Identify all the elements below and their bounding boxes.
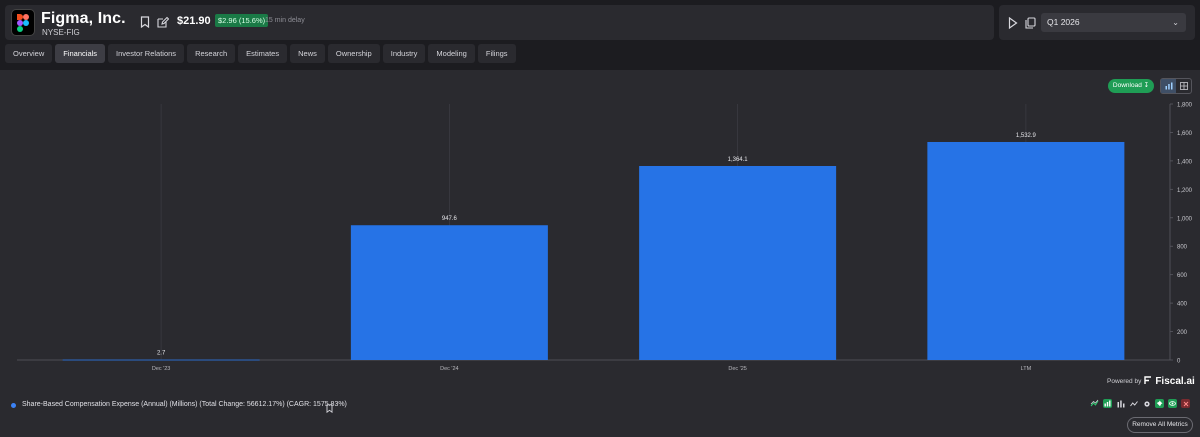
remove-all-metrics-button[interactable]: Remove All Metrics: [1127, 417, 1193, 433]
trend-icon[interactable]: [1090, 399, 1099, 408]
column-icon[interactable]: [1116, 399, 1125, 408]
bar-chart-type-icon[interactable]: [1103, 399, 1112, 408]
y-tick-label: 800: [1177, 245, 1188, 251]
powered-by-label: Powered by: [1107, 378, 1142, 385]
x-tick-label: Dec '24: [440, 366, 458, 372]
bookmark-icon[interactable]: [138, 15, 152, 29]
tab-estimates[interactable]: Estimates: [238, 44, 288, 63]
bar: [927, 141, 1125, 360]
tab-modeling[interactable]: Modeling: [428, 44, 475, 63]
price-change-badge: $2.96 (15.6%): [215, 14, 269, 27]
bar-value-label: 2.7: [157, 351, 166, 357]
y-tick-label: 1,000: [1177, 216, 1193, 222]
powered-by: Powered by Fiscal.ai: [1107, 376, 1195, 387]
section-tabs: Overview Financials Investor Relations Rese…: [5, 44, 516, 64]
brand-name: Fiscal.ai: [1155, 376, 1195, 387]
y-tick-label: 600: [1177, 273, 1188, 279]
period-select[interactable]: Q1 2026 ⌄: [1041, 13, 1186, 32]
period-select-value: Q1 2026: [1047, 17, 1080, 27]
tab-overview[interactable]: Overview: [5, 44, 53, 63]
quote-delay-note: 15 min delay: [265, 17, 305, 24]
x-tick-label: Dec '25: [728, 366, 746, 372]
y-tick-label: 1,200: [1177, 188, 1193, 194]
figma-logo-icon: [11, 9, 35, 36]
chevron-down-icon: ⌄: [1172, 18, 1179, 27]
bar-chart: 0 200 400 600 800 1,000 1,200 1,400 1,600 1,800 2.…: [17, 103, 1193, 372]
company-name: Figma, Inc.: [41, 10, 126, 27]
series-bookmark-icon[interactable]: [326, 400, 333, 418]
visibility-icon[interactable]: [1168, 399, 1177, 408]
y-tick-label: 0: [1177, 359, 1181, 365]
series-actions: [1090, 399, 1190, 408]
settings-icon[interactable]: [1142, 399, 1151, 408]
tab-investor-relations[interactable]: Investor Relations: [108, 44, 185, 63]
series-legend-row: Share-Based Compensation Expense (Annual…: [0, 396, 1200, 414]
bar-value-label: 1,364.1: [728, 157, 749, 163]
y-tick-label: 1,600: [1177, 131, 1193, 137]
series-color-dot: [11, 403, 16, 408]
copy-icon[interactable]: [1023, 16, 1037, 30]
y-tick-label: 1,400: [1177, 159, 1193, 165]
series-label: Share-Based Compensation Expense (Annual…: [22, 401, 347, 408]
header: Figma, Inc. NYSE-FIG $21.90 $2.96 (15.6%…: [0, 0, 1200, 70]
brand-logo-icon: [1144, 376, 1152, 387]
tab-news[interactable]: News: [290, 44, 325, 63]
line-chart-icon[interactable]: [1129, 399, 1138, 408]
pin-icon[interactable]: [1155, 399, 1164, 408]
x-tick-label: Dec '23: [152, 366, 170, 372]
tab-industry[interactable]: Industry: [382, 44, 426, 63]
period-card: Q1 2026 ⌄: [999, 5, 1195, 40]
bar: [62, 359, 260, 361]
company-card: Figma, Inc. NYSE-FIG $21.90 $2.96 (15.6%…: [5, 5, 994, 40]
play-icon[interactable]: [1006, 16, 1020, 30]
close-icon[interactable]: [1181, 399, 1190, 408]
edit-icon[interactable]: [156, 15, 170, 29]
bar: [639, 165, 837, 360]
bar-value-label: 947.6: [442, 216, 458, 222]
y-tick-label: 1,800: [1177, 103, 1193, 109]
tab-research[interactable]: Research: [187, 44, 236, 63]
stock-price: $21.90: [177, 15, 211, 27]
y-tick-label: 200: [1177, 330, 1188, 336]
tab-financials[interactable]: Financials: [55, 44, 106, 63]
tab-filings[interactable]: Filings: [477, 44, 516, 63]
bar: [350, 225, 548, 360]
tab-ownership[interactable]: Ownership: [327, 44, 380, 63]
x-tick-label: LTM: [1021, 366, 1032, 372]
chart-panel: Download ↧ 0 200 400 600 800 1,000 1,200 1,400 1…: [0, 70, 1200, 437]
ticker-symbol: NYSE-FIG: [42, 28, 80, 37]
bar-value-label: 1,532.9: [1016, 133, 1037, 139]
y-tick-label: 400: [1177, 302, 1188, 308]
